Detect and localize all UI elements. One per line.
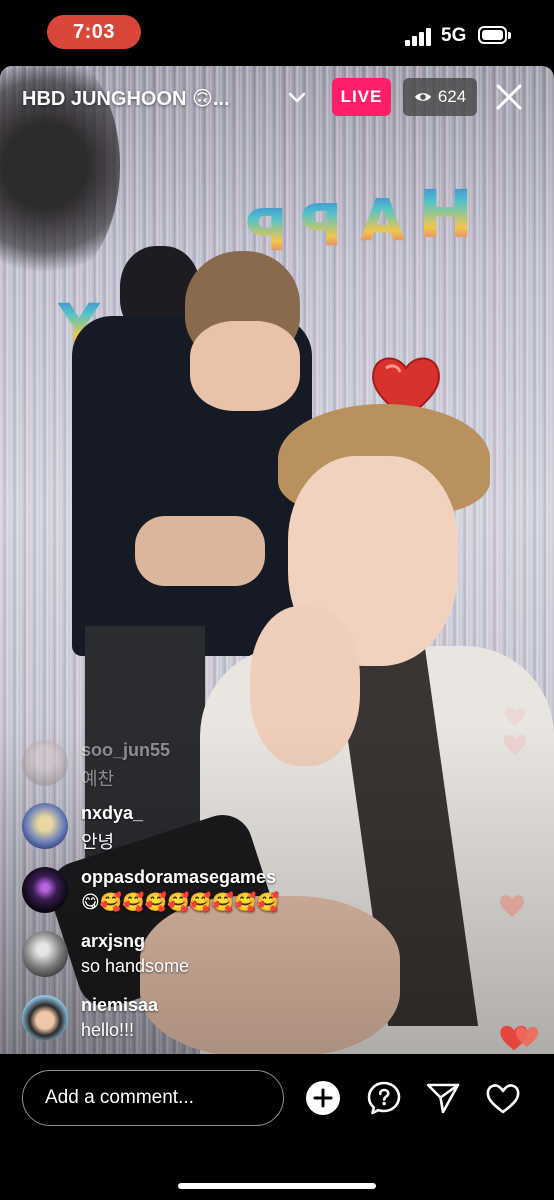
network-type: 5G [441, 25, 467, 46]
comment-username[interactable]: nxdya_ [81, 803, 143, 824]
comment-item[interactable]: soo_jun55 예찬 [22, 738, 422, 794]
chevron-down-icon[interactable] [287, 88, 307, 108]
viewer-count: 624 [437, 87, 467, 106]
add-icon[interactable] [305, 1080, 341, 1116]
comment-item[interactable]: arxjsng so handsome [22, 929, 422, 985]
avatar[interactable] [22, 995, 68, 1041]
comment-text: so handsome [81, 956, 190, 976]
person-mid-arm [135, 516, 265, 586]
home-indicator[interactable] [178, 1183, 376, 1189]
eye-icon [414, 93, 431, 101]
floating-heart-icon [515, 1026, 539, 1047]
comment-text: hello!!! [81, 1020, 135, 1040]
comment-username[interactable]: niemisaa [81, 995, 158, 1016]
signal-icon [405, 28, 433, 46]
avatar[interactable] [22, 803, 68, 849]
floating-heart-icon [503, 734, 527, 755]
stream-title[interactable]: HBD JUNGHOON 🙃... [22, 86, 230, 111]
comment-item[interactable]: nxdya_ 안녕 [22, 801, 422, 857]
floating-heart-icon [504, 707, 526, 726]
floating-heart-icon [500, 895, 524, 917]
comment-item[interactable]: oppasdoramasegames 😋🥰🥰🥰🥰🥰🥰🥰🥰 [22, 865, 422, 921]
status-bar: 7:03 5G [0, 0, 554, 66]
question-icon[interactable] [366, 1080, 402, 1116]
send-icon[interactable] [425, 1080, 461, 1116]
comment-username[interactable]: arxjsng [81, 931, 145, 952]
bottom-bar: Add a comment... [0, 1054, 554, 1200]
live-badge: LIVE [332, 78, 391, 116]
battery-icon [478, 26, 511, 45]
comment-username[interactable]: oppasdoramasegames [81, 867, 276, 888]
person-mid-hands [190, 321, 300, 411]
comment-input[interactable]: Add a comment... [22, 1070, 284, 1126]
comment-username[interactable]: soo_jun55 [81, 740, 170, 761]
status-time[interactable]: 7:03 [47, 15, 141, 49]
heart-icon[interactable] [485, 1080, 521, 1116]
avatar[interactable] [22, 867, 68, 913]
avatar[interactable] [22, 740, 68, 786]
close-icon[interactable] [492, 80, 526, 114]
comment-text: 예찬 [81, 769, 115, 789]
comment-text: 😋🥰🥰🥰🥰🥰🥰🥰🥰 [81, 892, 280, 912]
comment-text: 안녕 [81, 832, 115, 852]
viewer-count-badge[interactable]: 624 [403, 78, 477, 116]
live-header: HBD JUNGHOON 🙃... LIVE 624 [0, 74, 554, 122]
comment-item[interactable]: niemisaa hello!!! [22, 993, 422, 1049]
avatar[interactable] [22, 931, 68, 977]
